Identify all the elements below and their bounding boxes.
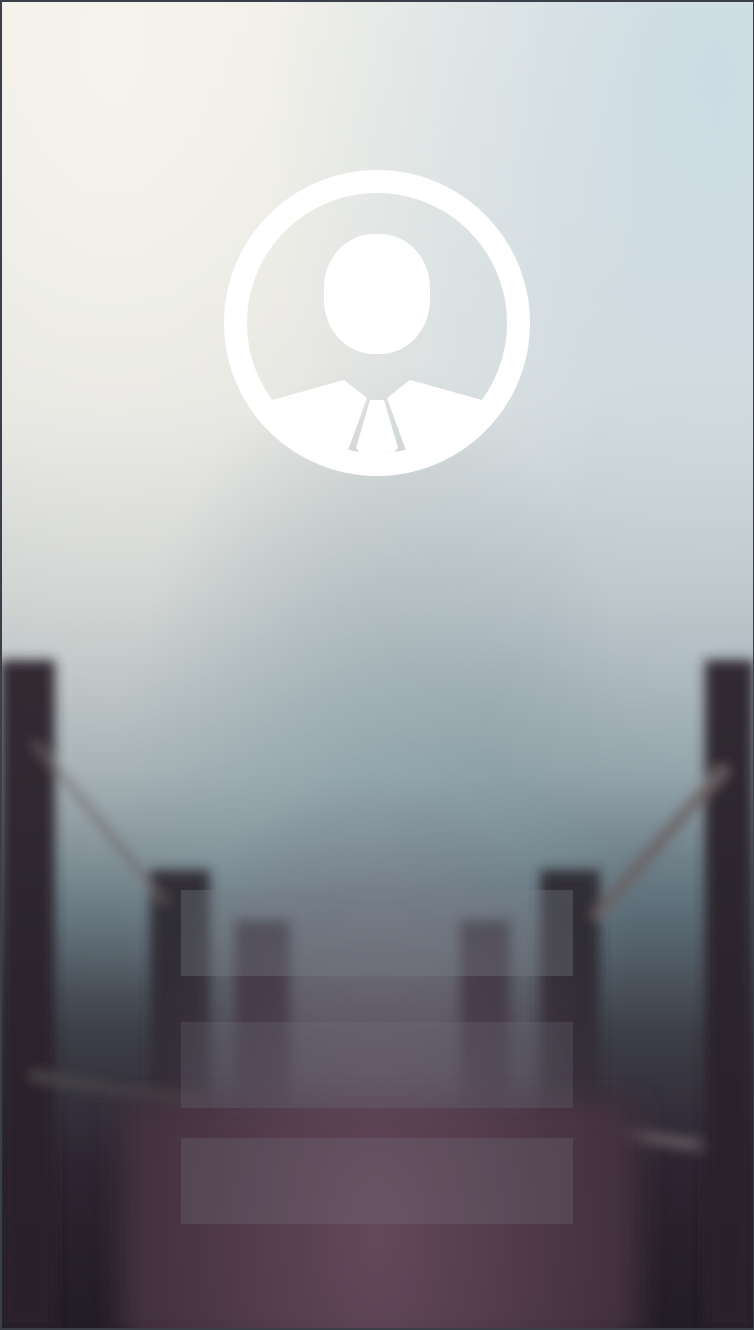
login-button[interactable] xyxy=(181,1138,573,1224)
username-input[interactable] xyxy=(181,890,573,976)
login-screen xyxy=(0,0,754,1330)
user-avatar-icon xyxy=(224,170,530,476)
password-input[interactable] xyxy=(181,1022,573,1108)
